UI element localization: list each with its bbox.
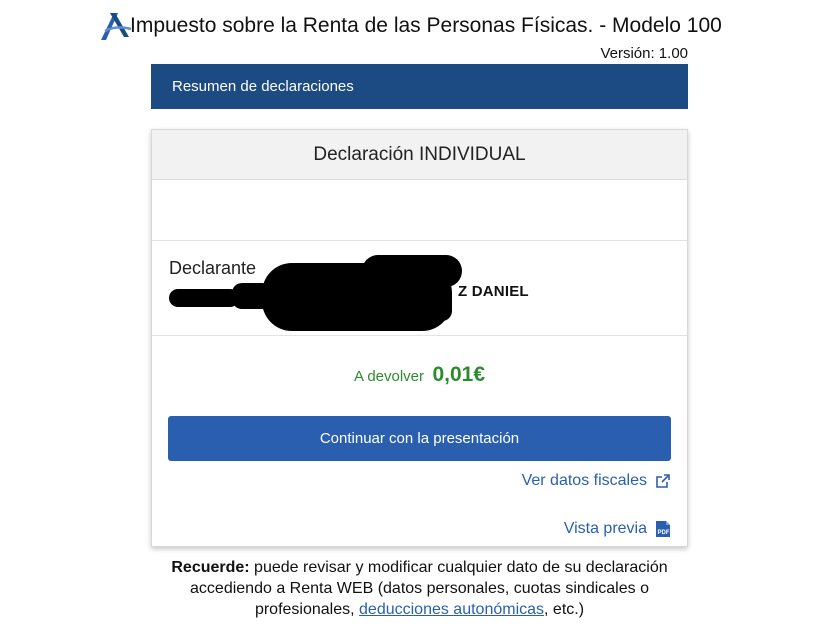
external-link-icon[interactable] <box>655 473 671 489</box>
continue-button[interactable]: Continuar con la presentación <box>168 416 671 461</box>
redaction-mark <box>362 255 462 287</box>
fiscal-data-link[interactable]: Ver datos fiscales <box>522 472 671 490</box>
fiscal-data-link-label[interactable]: Ver datos fiscales <box>522 472 647 490</box>
redaction-mark <box>169 289 239 307</box>
card-empty-section <box>152 180 687 241</box>
refund-amount: 0,01€ <box>432 363 486 386</box>
reminder-tail: , etc.) <box>544 601 585 618</box>
app-header: Impuesto sobre la Renta de las Personas … <box>98 9 722 43</box>
page-title: Impuesto sobre la Renta de las Personas … <box>130 14 722 37</box>
version-label: Versión: 1.00 <box>600 45 688 62</box>
preview-link[interactable]: Vista previa PDF <box>564 520 671 538</box>
card-header: Declaración INDIVIDUAL <box>152 130 687 180</box>
reminder-note: Recuerde: puede revisar y modificar cual… <box>151 557 688 620</box>
declaration-type-title: Declaración INDIVIDUAL <box>313 143 526 165</box>
refund-row: A devolver 0,01€ <box>152 363 687 387</box>
refund-label: A devolver <box>353 368 425 385</box>
banner-title: Resumen de declaraciones <box>172 78 354 95</box>
preview-link-label[interactable]: Vista previa <box>564 520 647 538</box>
summary-banner: Resumen de declaraciones <box>151 64 688 109</box>
reminder-bold: Recuerde: <box>171 559 250 576</box>
declarant-section: Declarante Z DANIEL <box>152 241 687 336</box>
svg-text:PDF: PDF <box>658 530 670 536</box>
autonomic-deductions-link[interactable]: deducciones autonómicas <box>359 601 544 618</box>
pdf-icon[interactable]: PDF <box>655 520 671 538</box>
declaration-card: Declaración INDIVIDUAL Declarante Z DANI… <box>151 129 688 547</box>
aeat-logo <box>98 9 134 43</box>
redaction-mark <box>432 291 452 321</box>
